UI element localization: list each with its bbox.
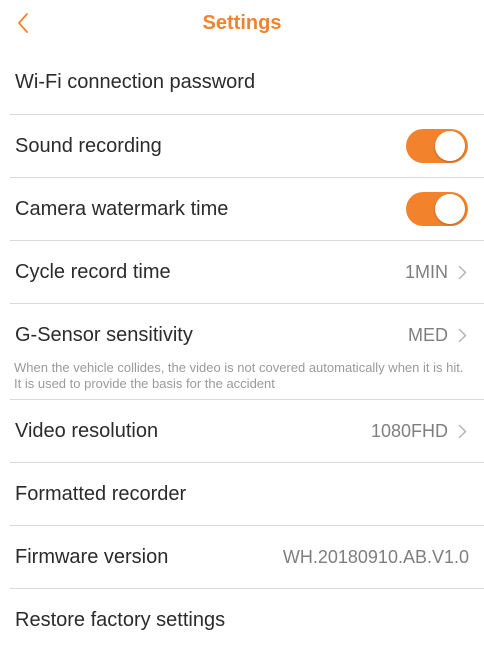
page-title: Settings [202, 12, 282, 34]
restore-factory-row[interactable]: Restore factory settings [0, 589, 484, 651]
gsensor-value: MED [408, 324, 448, 345]
chevron-left-icon [18, 13, 28, 33]
nav-bar: Settings [0, 0, 484, 50]
sound-recording-label: Sound recording [15, 134, 162, 157]
sound-recording-toggle[interactable] [406, 129, 468, 163]
firmware-version-value: WH.20180910.AB.V1.0 [282, 546, 469, 567]
video-resolution-value: 1080FHD [370, 420, 448, 441]
format-recorder-label: Formatted recorder [15, 482, 187, 505]
watermark-time-label: Camera watermark time [15, 197, 229, 220]
watermark-time-toggle[interactable] [406, 192, 468, 226]
video-resolution-label: Video resolution [15, 419, 159, 442]
watermark-time-row: Camera watermark time [0, 178, 484, 240]
wifi-password-row[interactable]: Wi-Fi connection password [0, 50, 484, 114]
gsensor-row[interactable]: G-Sensor sensitivity MED [0, 304, 484, 366]
chevron-right-icon [458, 265, 467, 280]
sound-recording-row: Sound recording [0, 115, 484, 177]
toggle-knob [435, 194, 465, 224]
format-recorder-row[interactable]: Formatted recorder [0, 463, 484, 525]
gsensor-label: G-Sensor sensitivity [15, 323, 193, 346]
back-button[interactable] [6, 6, 40, 40]
cycle-record-label: Cycle record time [15, 260, 171, 283]
wifi-password-label: Wi-Fi connection password [15, 70, 256, 93]
cycle-record-value: 1MIN [404, 261, 448, 282]
firmware-version-label: Firmware version [15, 545, 169, 568]
restore-factory-label: Restore factory settings [15, 608, 226, 631]
chevron-right-icon [458, 424, 467, 439]
firmware-version-row: Firmware version WH.20180910.AB.V1.0 [0, 526, 484, 588]
video-resolution-row[interactable]: Video resolution 1080FHD [0, 400, 484, 462]
cycle-record-row[interactable]: Cycle record time 1MIN [0, 241, 484, 303]
chevron-right-icon [458, 328, 467, 343]
toggle-knob [435, 131, 465, 161]
